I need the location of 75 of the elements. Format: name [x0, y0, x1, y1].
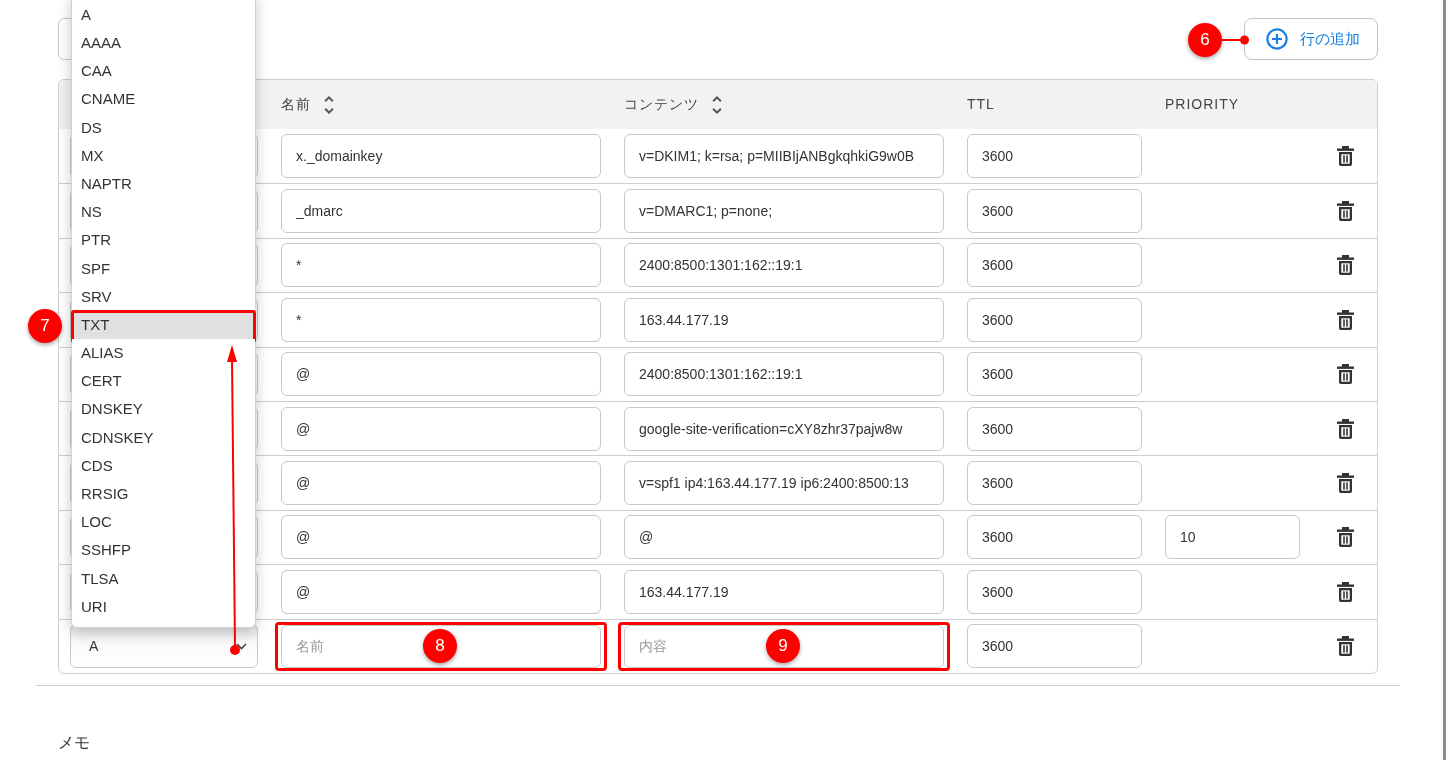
trash-icon [1336, 473, 1354, 494]
menu-item[interactable]: SPF [72, 254, 255, 283]
menu-item[interactable]: ALIAS [72, 339, 255, 368]
trash-icon [1336, 201, 1354, 222]
name-field[interactable]: * [281, 297, 601, 342]
trash-icon [1336, 527, 1354, 548]
menu-item[interactable]: AAAA [72, 29, 255, 58]
name-field[interactable]: _dmarc [281, 189, 601, 234]
trash-icon [1336, 636, 1354, 657]
name-field[interactable]: x._domainkey [281, 134, 601, 179]
ttl-field[interactable]: 3600 [967, 297, 1142, 342]
content-field[interactable]: 163.44.177.19 [624, 297, 944, 342]
column-header[interactable]: コンテンツ [624, 94, 699, 115]
ttl-field[interactable]: 3600 [967, 352, 1142, 397]
ttl-field[interactable]: 3600 [967, 461, 1142, 506]
content-field[interactable]: 163.44.177.19 [624, 569, 944, 614]
menu-item[interactable]: A [72, 1, 255, 30]
content-field[interactable]: 2400:8500:1301:162::19:1 [624, 243, 944, 288]
menu-item[interactable]: CDNSKEY [72, 423, 255, 452]
add-row-button[interactable]: 行の追加 [1244, 18, 1378, 60]
menu-item[interactable]: CDS [72, 452, 255, 481]
trash-icon [1336, 146, 1354, 167]
menu-item[interactable]: DS [72, 113, 255, 142]
name-field[interactable]: @ [281, 461, 601, 506]
trash-icon [1336, 581, 1354, 602]
name-field[interactable]: * [281, 243, 601, 288]
content-field[interactable]: v=DKIM1; k=rsa; p=MIIBIjANBgkqhkiG9w0B [624, 134, 944, 179]
trash-icon [1336, 309, 1354, 330]
menu-item[interactable]: DNSKEY [72, 395, 255, 424]
trash-icon [1336, 418, 1354, 439]
sort-icon[interactable] [323, 95, 335, 114]
column-header[interactable]: 名前 [281, 94, 311, 115]
menu-item[interactable]: RRSIG [72, 480, 255, 509]
callout-badge: 6 [1188, 23, 1222, 57]
ttl-field[interactable]: 3600 [967, 134, 1142, 179]
name-field[interactable]: @ [281, 406, 601, 451]
menu-item[interactable]: NS [72, 198, 255, 227]
menu-item[interactable]: NAPTR [72, 170, 255, 199]
content-field[interactable]: v=spf1 ip4:163.44.177.19 ip6:2400:8500:13 [624, 461, 944, 506]
memo-label: メモ [58, 732, 90, 753]
menu-item[interactable]: CAA [72, 57, 255, 86]
name-field[interactable]: @ [281, 352, 601, 397]
leader-line [1222, 34, 1250, 46]
menu-item[interactable]: TXT [72, 311, 255, 340]
menu-item[interactable]: PTR [72, 226, 255, 255]
menu-item[interactable]: LOC [72, 508, 255, 537]
column-header: PRIORITY [1165, 95, 1240, 114]
ttl-field[interactable]: 3600 [967, 569, 1142, 614]
name-field[interactable]: @ [281, 515, 601, 560]
trash-icon [1336, 364, 1354, 385]
menu-item[interactable]: TLSA [72, 564, 255, 593]
ttl-field[interactable]: 3600 [967, 406, 1142, 451]
ttl-field[interactable]: 3600 [967, 243, 1142, 288]
menu-item[interactable]: CNAME [72, 85, 255, 114]
name-field[interactable]: @ [281, 569, 601, 614]
scrollbar[interactable] [1443, 0, 1446, 760]
content-field[interactable]: v=DMARC1; p=none; [624, 189, 944, 234]
content-field[interactable]: 2400:8500:1301:162::19:1 [624, 352, 944, 397]
menu-item[interactable]: SSHFP [72, 536, 255, 565]
callout-badge: 7 [28, 309, 62, 343]
ttl-field[interactable]: 3600 [967, 515, 1142, 560]
trash-icon [1336, 255, 1354, 276]
content-field[interactable]: google-site-verification=cXY8zhr37pajw8w [624, 406, 944, 451]
type-select[interactable]: A [70, 624, 258, 669]
ttl-field[interactable]: 3600 [967, 189, 1142, 234]
priority-field[interactable]: 10 [1165, 515, 1300, 560]
sort-icon[interactable] [711, 95, 723, 114]
ttl-field[interactable]: 3600 [967, 624, 1142, 669]
chevron-down-icon [236, 642, 247, 650]
menu-item[interactable]: URI [72, 592, 255, 622]
column-header: TTL [967, 95, 995, 114]
menu-item[interactable]: MX [72, 141, 255, 171]
plus-circle-icon [1266, 28, 1288, 50]
menu-item[interactable]: CERT [72, 367, 255, 396]
content-field[interactable]: @ [624, 515, 944, 560]
